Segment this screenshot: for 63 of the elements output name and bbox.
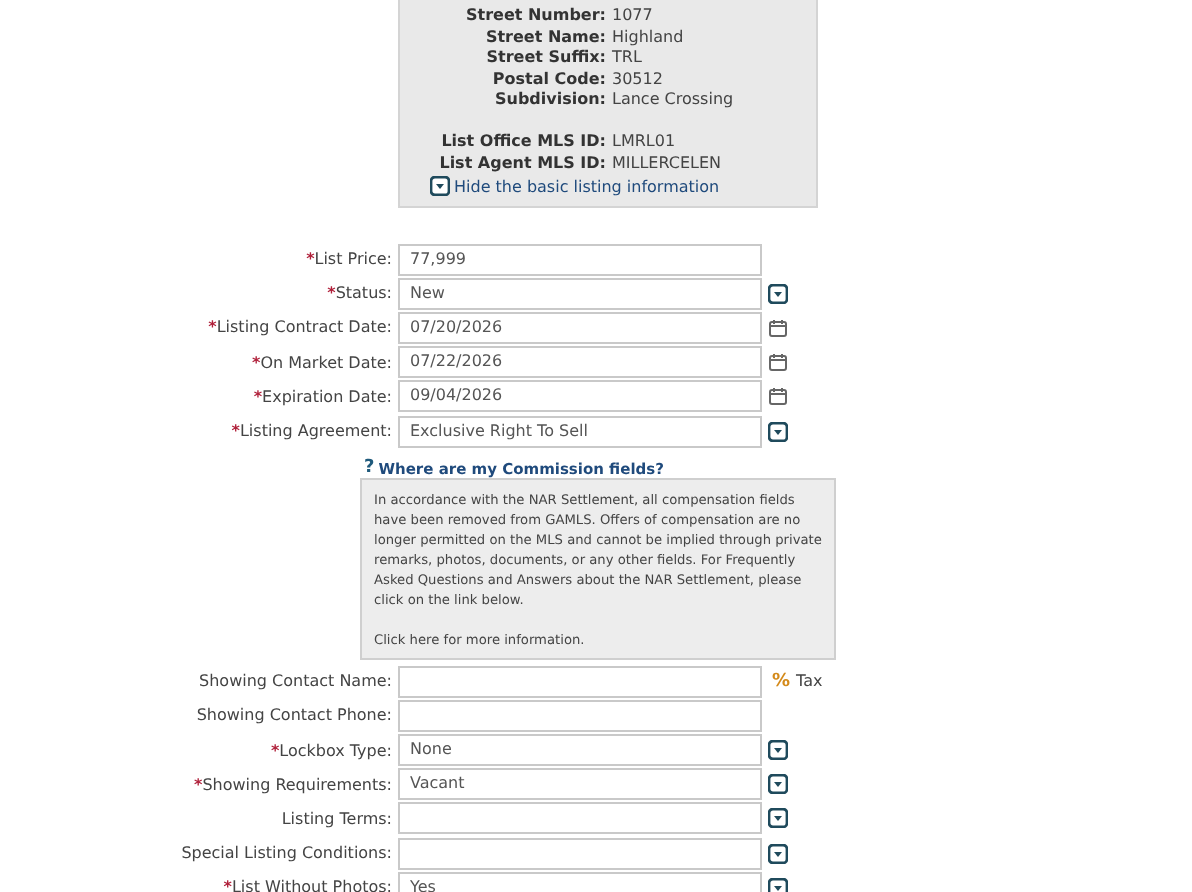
- help-mark: ?: [364, 458, 375, 479]
- field-label: Showing Requirements:: [202, 775, 392, 794]
- info-label: List Agent MLS ID:: [437, 153, 606, 175]
- calendar-icon[interactable]: [768, 352, 788, 373]
- info-label: Postal Code:: [490, 69, 606, 91]
- field-label: Lockbox Type:: [279, 741, 392, 760]
- required-mark: *: [270, 741, 280, 760]
- tax-link[interactable]: Tax: [796, 672, 823, 691]
- field-label: Status:: [335, 284, 392, 303]
- date-field[interactable]: 07/22/2026: [398, 346, 762, 379]
- calendar-icon[interactable]: [768, 317, 788, 338]
- info-label: Street Suffix:: [484, 48, 606, 70]
- input-field[interactable]: 77,999: [398, 243, 762, 276]
- required-mark: *: [231, 422, 240, 441]
- info-value: LMRL01: [612, 131, 676, 154]
- required-mark: *: [223, 878, 232, 892]
- dropdown-field[interactable]: None: [398, 734, 762, 767]
- required-mark: *: [306, 250, 315, 269]
- input-field[interactable]: [398, 699, 762, 732]
- info-label: Street Name:: [483, 27, 606, 49]
- field-label: List Without Photos:: [231, 878, 392, 892]
- info-value: 30512: [612, 69, 663, 91]
- info-value: Lance Crossing: [612, 90, 734, 112]
- dropdown-icon[interactable]: [768, 877, 788, 892]
- dropdown-field[interactable]: Yes: [398, 871, 762, 892]
- input-field[interactable]: [398, 665, 762, 698]
- dropdown-icon[interactable]: [768, 808, 788, 829]
- hide-info-link[interactable]: Hide the basic listing information: [454, 177, 720, 196]
- field-label: Listing Agreement:: [239, 422, 392, 441]
- field-label: Special Listing Conditions:: [181, 844, 392, 863]
- info-label: Subdivision:: [492, 90, 606, 112]
- dropdown-field[interactable]: [398, 837, 762, 870]
- info-label: Street Number:: [463, 6, 606, 28]
- field-label: Listing Terms:: [281, 809, 392, 828]
- required-mark: *: [208, 318, 217, 337]
- info-value: Highland: [612, 27, 684, 49]
- field-label: Listing Contract Date:: [216, 318, 392, 337]
- required-mark: *: [253, 387, 263, 406]
- dropdown-icon[interactable]: [768, 283, 788, 304]
- dropdown-icon[interactable]: [768, 843, 788, 864]
- required-mark: *: [194, 775, 203, 794]
- info-value: MILLERCELEN: [612, 153, 722, 175]
- dropdown-field[interactable]: New: [398, 277, 762, 310]
- field-label: Showing Contact Phone:: [196, 706, 392, 725]
- field-label: On Market Date:: [260, 353, 392, 372]
- required-mark: *: [252, 353, 261, 372]
- required-mark: *: [327, 284, 336, 303]
- dropdown-icon[interactable]: [768, 740, 788, 761]
- dropdown-field[interactable]: [398, 802, 762, 835]
- field-label: Showing Contact Name:: [199, 672, 392, 691]
- dropdown-field[interactable]: Exclusive Right To Sell: [398, 415, 762, 448]
- date-field[interactable]: 09/04/2026: [398, 380, 762, 413]
- dropdown-field[interactable]: Vacant: [398, 768, 762, 801]
- calendar-icon[interactable]: [768, 386, 788, 407]
- date-field[interactable]: 07/20/2026: [398, 311, 762, 344]
- dropdown-icon[interactable]: [768, 421, 788, 442]
- info-value: TRL: [612, 48, 642, 70]
- info-label: List Office MLS ID:: [439, 131, 606, 154]
- collapse-icon[interactable]: [430, 176, 450, 197]
- field-label: List Price:: [314, 250, 392, 269]
- info-value: 1077: [612, 6, 653, 28]
- field-label: Expiration Date:: [262, 387, 392, 406]
- dropdown-icon[interactable]: [768, 774, 788, 795]
